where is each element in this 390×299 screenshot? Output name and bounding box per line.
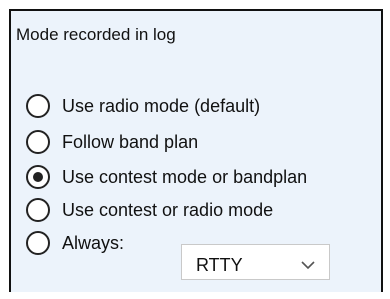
radio-label: Follow band plan bbox=[62, 131, 199, 152]
radio-use-contest-or-radio-mode[interactable]: Use contest or radio mode bbox=[26, 195, 273, 225]
radio-button[interactable] bbox=[26, 165, 50, 189]
radio-button[interactable] bbox=[26, 94, 50, 118]
radio-always[interactable]: Always: bbox=[26, 228, 124, 258]
group-title: Mode recorded in log bbox=[16, 25, 176, 44]
radio-button[interactable] bbox=[26, 231, 50, 255]
radio-use-contest-mode-or-bandplan[interactable]: Use contest mode or bandplan bbox=[26, 162, 307, 192]
radio-label: Use contest mode or bandplan bbox=[62, 166, 308, 187]
select-value: RTTY bbox=[196, 254, 243, 275]
always-mode-select[interactable]: RTTY bbox=[181, 244, 330, 280]
radio-use-radio-mode[interactable]: Use radio mode (default) bbox=[26, 91, 260, 121]
chevron-down-icon bbox=[301, 261, 315, 270]
radio-button[interactable] bbox=[26, 198, 50, 222]
radio-label: Use radio mode (default) bbox=[62, 95, 261, 116]
radio-button[interactable] bbox=[26, 130, 50, 154]
radio-label: Always: bbox=[62, 232, 125, 253]
radio-label: Use contest or radio mode bbox=[62, 199, 274, 220]
radio-dot bbox=[33, 172, 43, 182]
radio-follow-band-plan[interactable]: Follow band plan bbox=[26, 127, 198, 157]
